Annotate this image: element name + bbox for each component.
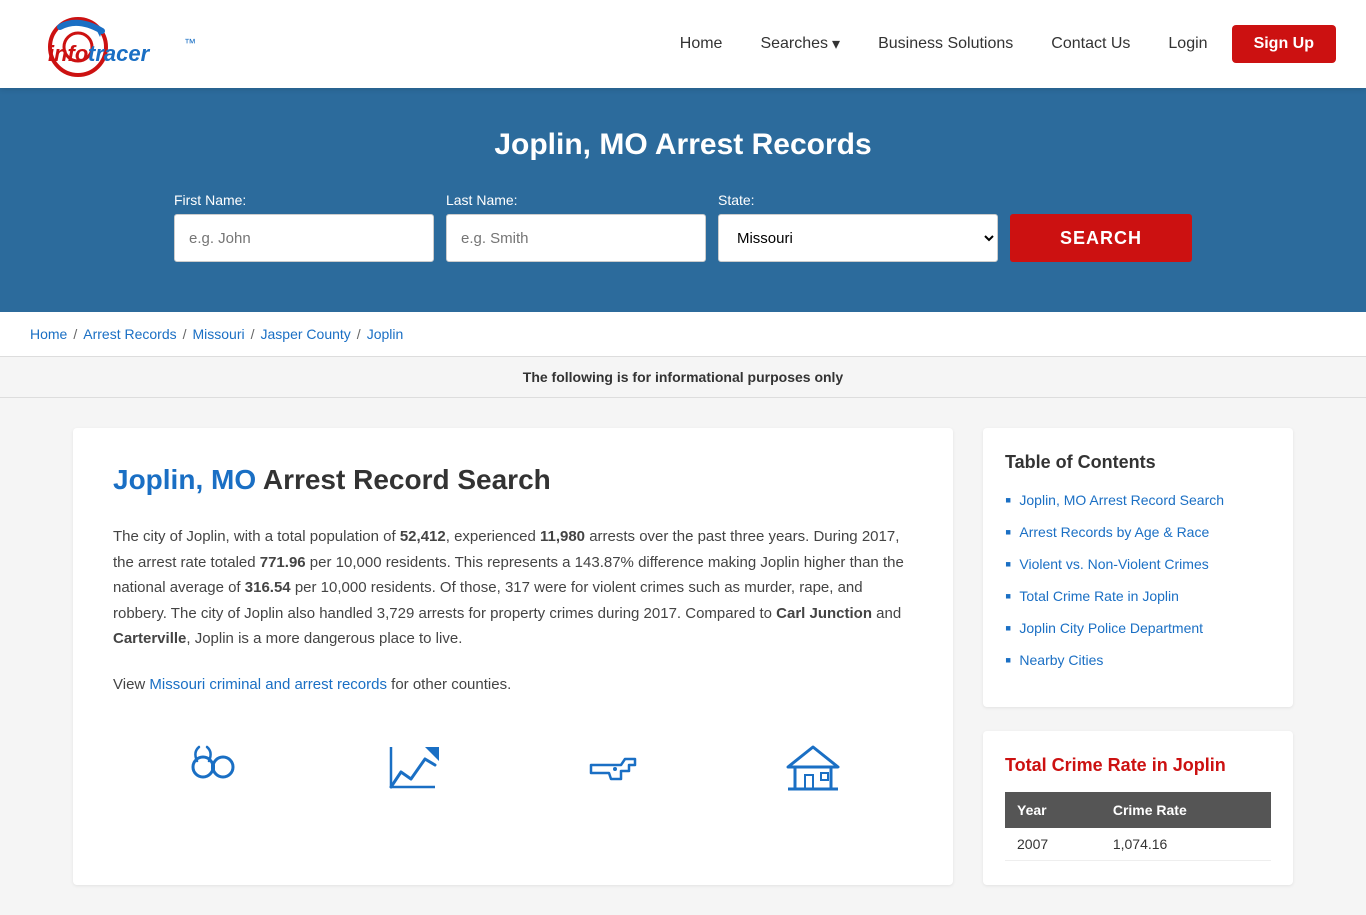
navigation: info tracer ™ Home Searches ▾ Business S…	[0, 0, 1366, 88]
col-crime-rate: Crime Rate	[1101, 792, 1271, 828]
sidebar: Table of Contents ▪ Joplin, MO Arrest Re…	[983, 428, 1293, 885]
login-link[interactable]: Login	[1154, 27, 1221, 61]
signup-button[interactable]: Sign Up	[1232, 25, 1336, 63]
toc-link-2[interactable]: Violent vs. Non-Violent Crimes	[1019, 555, 1208, 575]
home-link[interactable]: Home	[666, 27, 737, 61]
chart-icon-item	[313, 727, 513, 811]
city1-value: Carl Junction	[776, 605, 872, 622]
toc-link-5[interactable]: Nearby Cities	[1019, 651, 1103, 671]
first-name-input[interactable]	[174, 214, 434, 262]
toc-item-4: ▪ Joplin City Police Department	[1005, 619, 1271, 639]
toc-link-3[interactable]: Total Crime Rate in Joplin	[1019, 587, 1179, 607]
content-title: Joplin, MO Arrest Record Search	[113, 464, 913, 496]
content-area: Joplin, MO Arrest Record Search The city…	[73, 428, 953, 885]
breadcrumb-jasper-county[interactable]: Jasper County	[261, 326, 351, 342]
population-value: 52,412	[400, 528, 446, 545]
toc-list: ▪ Joplin, MO Arrest Record Search ▪ Arre…	[1005, 491, 1271, 671]
breadcrumb-sep-3: /	[251, 326, 255, 342]
first-name-label: First Name:	[174, 192, 434, 208]
toc-link-0[interactable]: Joplin, MO Arrest Record Search	[1019, 491, 1224, 511]
first-name-group: First Name:	[174, 192, 434, 262]
toc-item-5: ▪ Nearby Cities	[1005, 651, 1271, 671]
toc-item-3: ▪ Total Crime Rate in Joplin	[1005, 587, 1271, 607]
content-paragraph-1: The city of Joplin, with a total populat…	[113, 524, 913, 652]
breadcrumb-sep-4: /	[357, 326, 361, 342]
breadcrumb-arrest-records[interactable]: Arrest Records	[83, 326, 176, 342]
col-year: Year	[1005, 792, 1101, 828]
nat-avg-value: 316.54	[245, 579, 291, 596]
logo-svg: info tracer ™	[30, 9, 220, 79]
chart-icon	[383, 737, 443, 797]
last-name-group: Last Name:	[446, 192, 706, 262]
search-form: First Name: Last Name: State: Missouri S…	[30, 192, 1336, 262]
toc-bullet-0: ▪	[1005, 490, 1011, 511]
rate-value: 771.96	[260, 554, 306, 571]
svg-text:tracer: tracer	[88, 41, 151, 66]
contact-us-link[interactable]: Contact Us	[1037, 27, 1144, 61]
nav-links: Home Searches ▾ Business Solutions Conta…	[666, 25, 1336, 63]
last-name-input[interactable]	[446, 214, 706, 262]
business-solutions-link[interactable]: Business Solutions	[864, 27, 1027, 61]
toc-bullet-4: ▪	[1005, 618, 1011, 639]
breadcrumb-bar: Home / Arrest Records / Missouri / Jaspe…	[0, 312, 1366, 357]
crime-table-header-row: Year Crime Rate	[1005, 792, 1271, 828]
crime-year-0: 2007	[1005, 828, 1101, 861]
gun-icon	[583, 737, 643, 797]
house-icon-item	[713, 727, 913, 811]
toc-link-4[interactable]: Joplin City Police Department	[1019, 619, 1203, 639]
mo-records-link[interactable]: Missouri criminal and arrest records	[149, 676, 387, 693]
toc-item-0: ▪ Joplin, MO Arrest Record Search	[1005, 491, 1271, 511]
table-of-contents: Table of Contents ▪ Joplin, MO Arrest Re…	[983, 428, 1293, 707]
breadcrumb-joplin[interactable]: Joplin	[367, 326, 404, 342]
toc-title: Table of Contents	[1005, 452, 1271, 473]
disclaimer-bar: The following is for informational purpo…	[0, 357, 1366, 398]
crime-rate-0: 1,074.16	[1101, 828, 1271, 861]
state-label: State:	[718, 192, 998, 208]
handcuffs-icon-item	[113, 727, 313, 811]
handcuffs-icon	[183, 737, 243, 797]
content-title-city: Joplin, MO	[113, 464, 256, 495]
crime-rate-title: Total Crime Rate in Joplin	[1005, 755, 1271, 776]
breadcrumb-home[interactable]: Home	[30, 326, 67, 342]
searches-link[interactable]: Searches ▾	[746, 26, 854, 62]
breadcrumb-missouri[interactable]: Missouri	[193, 326, 245, 342]
gun-icon-item	[513, 727, 713, 811]
toc-bullet-2: ▪	[1005, 554, 1011, 575]
toc-item-2: ▪ Violent vs. Non-Violent Crimes	[1005, 555, 1271, 575]
city2-value: Carterville	[113, 630, 186, 647]
house-icon	[783, 737, 843, 797]
hero-section: Joplin, MO Arrest Records First Name: La…	[0, 88, 1366, 312]
breadcrumb: Home / Arrest Records / Missouri / Jaspe…	[30, 326, 1336, 342]
icons-row	[113, 727, 913, 811]
breadcrumb-sep-1: /	[73, 326, 77, 342]
crime-rate-table: Year Crime Rate 2007 1,074.16	[1005, 792, 1271, 861]
last-name-label: Last Name:	[446, 192, 706, 208]
toc-bullet-3: ▪	[1005, 586, 1011, 607]
toc-bullet-5: ▪	[1005, 650, 1011, 671]
disclaimer-text: The following is for informational purpo…	[523, 369, 843, 385]
content-title-rest: Arrest Record Search	[256, 464, 551, 495]
breadcrumb-sep-2: /	[183, 326, 187, 342]
chevron-down-icon: ▾	[832, 34, 840, 54]
site-logo[interactable]: info tracer ™	[30, 9, 220, 79]
state-select[interactable]: Missouri	[718, 214, 998, 262]
main-container: Joplin, MO Arrest Record Search The city…	[43, 398, 1323, 915]
svg-text:™: ™	[184, 36, 196, 50]
crime-rate-section: Total Crime Rate in Joplin Year Crime Ra…	[983, 731, 1293, 885]
crime-table-row-0: 2007 1,074.16	[1005, 828, 1271, 861]
content-paragraph-2: View Missouri criminal and arrest record…	[113, 672, 913, 698]
state-group: State: Missouri	[718, 192, 998, 262]
search-button[interactable]: SEARCH	[1010, 214, 1192, 262]
hero-title: Joplin, MO Arrest Records	[30, 128, 1336, 162]
toc-bullet-1: ▪	[1005, 522, 1011, 543]
toc-link-1[interactable]: Arrest Records by Age & Race	[1019, 523, 1209, 543]
svg-text:info: info	[48, 41, 88, 66]
toc-item-1: ▪ Arrest Records by Age & Race	[1005, 523, 1271, 543]
arrests-value: 11,980	[540, 528, 585, 545]
